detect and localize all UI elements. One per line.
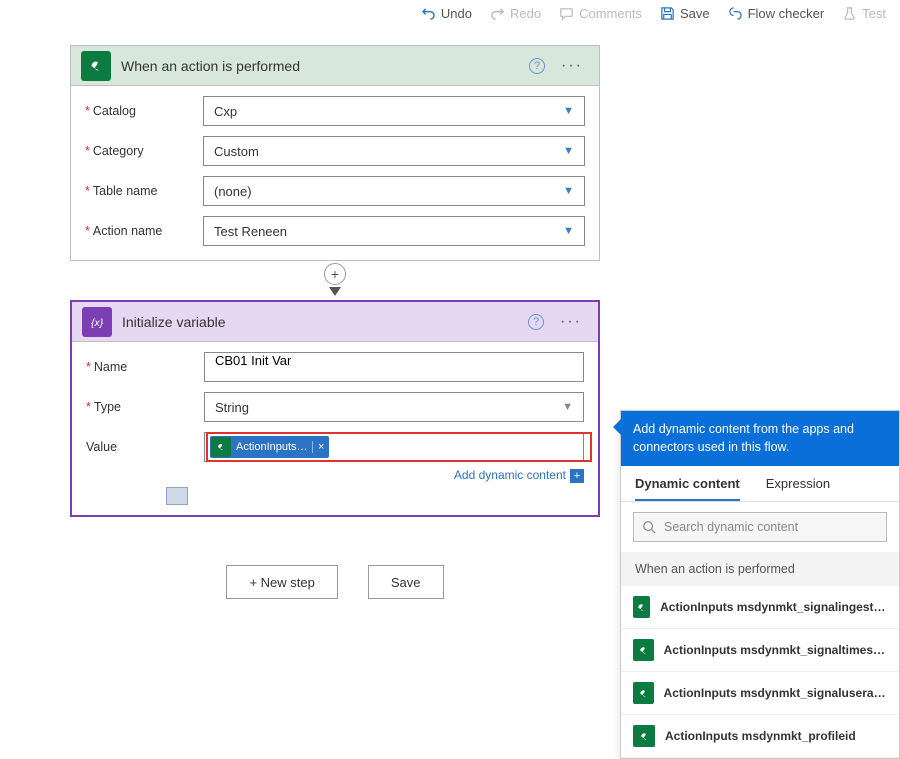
panel-header: Add dynamic content from the apps and co… xyxy=(621,411,899,466)
dynamic-content-result[interactable]: ActionInputs msdynmkt_signaltimestamp xyxy=(621,629,899,672)
new-step-button[interactable]: + New step xyxy=(226,565,337,599)
top-toolbar: Undo Redo Comments Save Flow checker Tes… xyxy=(0,0,900,27)
search-icon xyxy=(642,520,656,534)
action-label: *Action name xyxy=(85,224,203,238)
dynamic-content-token[interactable]: ActionInputs m... × xyxy=(210,436,329,458)
token-remove-button[interactable]: × xyxy=(312,441,329,453)
dataverse-icon xyxy=(633,725,655,747)
dynamic-content-panel: Add dynamic content from the apps and co… xyxy=(620,410,900,759)
name-input[interactable]: CB01 Init Var xyxy=(204,352,584,382)
redo-icon xyxy=(490,6,505,21)
dynamic-content-result[interactable]: ActionInputs msdynmkt_signaluserauthid xyxy=(621,672,899,715)
redo-label: Redo xyxy=(510,6,541,21)
svg-text:{x}: {x} xyxy=(91,316,104,328)
name-label: *Name xyxy=(86,360,204,374)
variable-icon: {x} xyxy=(82,307,112,337)
dataverse-icon xyxy=(211,437,231,457)
trigger-header[interactable]: When an action is performed ? ··· xyxy=(71,46,599,86)
undo-button[interactable]: Undo xyxy=(421,6,472,21)
help-icon[interactable]: ? xyxy=(528,314,544,330)
save-label: Save xyxy=(680,6,710,21)
chevron-down-icon: ▼ xyxy=(563,105,574,117)
catalog-select[interactable]: Cxp▼ xyxy=(203,96,585,126)
dataverse-icon xyxy=(81,51,111,81)
initvar-menu-button[interactable]: ··· xyxy=(554,313,588,331)
undo-label: Undo xyxy=(441,6,472,21)
tab-dynamic-content[interactable]: Dynamic content xyxy=(635,476,740,501)
test-button[interactable]: Test xyxy=(842,6,886,21)
flow-checker-icon xyxy=(728,6,743,21)
test-icon xyxy=(842,6,857,21)
trigger-menu-button[interactable]: ··· xyxy=(555,57,589,75)
save-icon xyxy=(660,6,675,21)
insert-step-button[interactable]: + xyxy=(324,263,346,285)
table-select[interactable]: (none)▼ xyxy=(203,176,585,206)
chevron-down-icon: ▼ xyxy=(563,145,574,157)
type-select[interactable]: String▼ xyxy=(204,392,584,422)
trigger-card: When an action is performed ? ··· *Catal… xyxy=(70,45,600,261)
dataverse-icon xyxy=(633,682,654,704)
flow-arrow-icon xyxy=(329,287,341,296)
action-select[interactable]: Test Reneen▼ xyxy=(203,216,585,246)
chevron-down-icon: ▼ xyxy=(563,225,574,237)
results-section-header: When an action is performed xyxy=(621,552,899,586)
comments-button[interactable]: Comments xyxy=(559,6,642,21)
add-dynamic-content-link[interactable]: Add dynamic content+ xyxy=(454,468,584,482)
plus-icon: + xyxy=(570,469,584,483)
search-input[interactable]: Search dynamic content xyxy=(633,512,887,542)
dynamic-content-result[interactable]: ActionInputs msdynmkt_signalingestiontim… xyxy=(621,586,899,629)
trigger-title: When an action is performed xyxy=(121,58,519,74)
category-select[interactable]: Custom▼ xyxy=(203,136,585,166)
undo-icon xyxy=(421,6,436,21)
chevron-down-icon: ▼ xyxy=(562,401,573,413)
save-button[interactable]: Save xyxy=(368,565,444,599)
initialize-variable-card: {x} Initialize variable ? ··· *Name CB01… xyxy=(70,300,600,517)
comments-label: Comments xyxy=(579,6,642,21)
initvar-header[interactable]: {x} Initialize variable ? ··· xyxy=(72,302,598,342)
flow-checker-button[interactable]: Flow checker xyxy=(728,6,825,21)
type-label: *Type xyxy=(86,400,204,414)
tab-expression[interactable]: Expression xyxy=(766,476,830,501)
help-icon[interactable]: ? xyxy=(529,58,545,74)
value-label: Value xyxy=(86,440,204,454)
flow-checker-label: Flow checker xyxy=(748,6,825,21)
initvar-title: Initialize variable xyxy=(122,314,518,330)
dataverse-icon xyxy=(633,596,650,618)
chevron-down-icon: ▼ xyxy=(563,185,574,197)
test-label: Test xyxy=(862,6,886,21)
value-input[interactable]: ActionInputs m... × xyxy=(204,432,584,462)
table-label: *Table name xyxy=(85,184,203,198)
panel-callout-arrow xyxy=(613,419,621,435)
category-label: *Category xyxy=(85,144,203,158)
dynamic-content-result[interactable]: ActionInputs msdynmkt_profileid xyxy=(621,715,899,758)
save-button-toolbar[interactable]: Save xyxy=(660,6,710,21)
catalog-label: *Catalog xyxy=(85,104,203,118)
redo-button[interactable]: Redo xyxy=(490,6,541,21)
comments-icon xyxy=(559,6,574,21)
dataverse-icon xyxy=(633,639,654,661)
clipboard-icon[interactable] xyxy=(166,487,188,505)
